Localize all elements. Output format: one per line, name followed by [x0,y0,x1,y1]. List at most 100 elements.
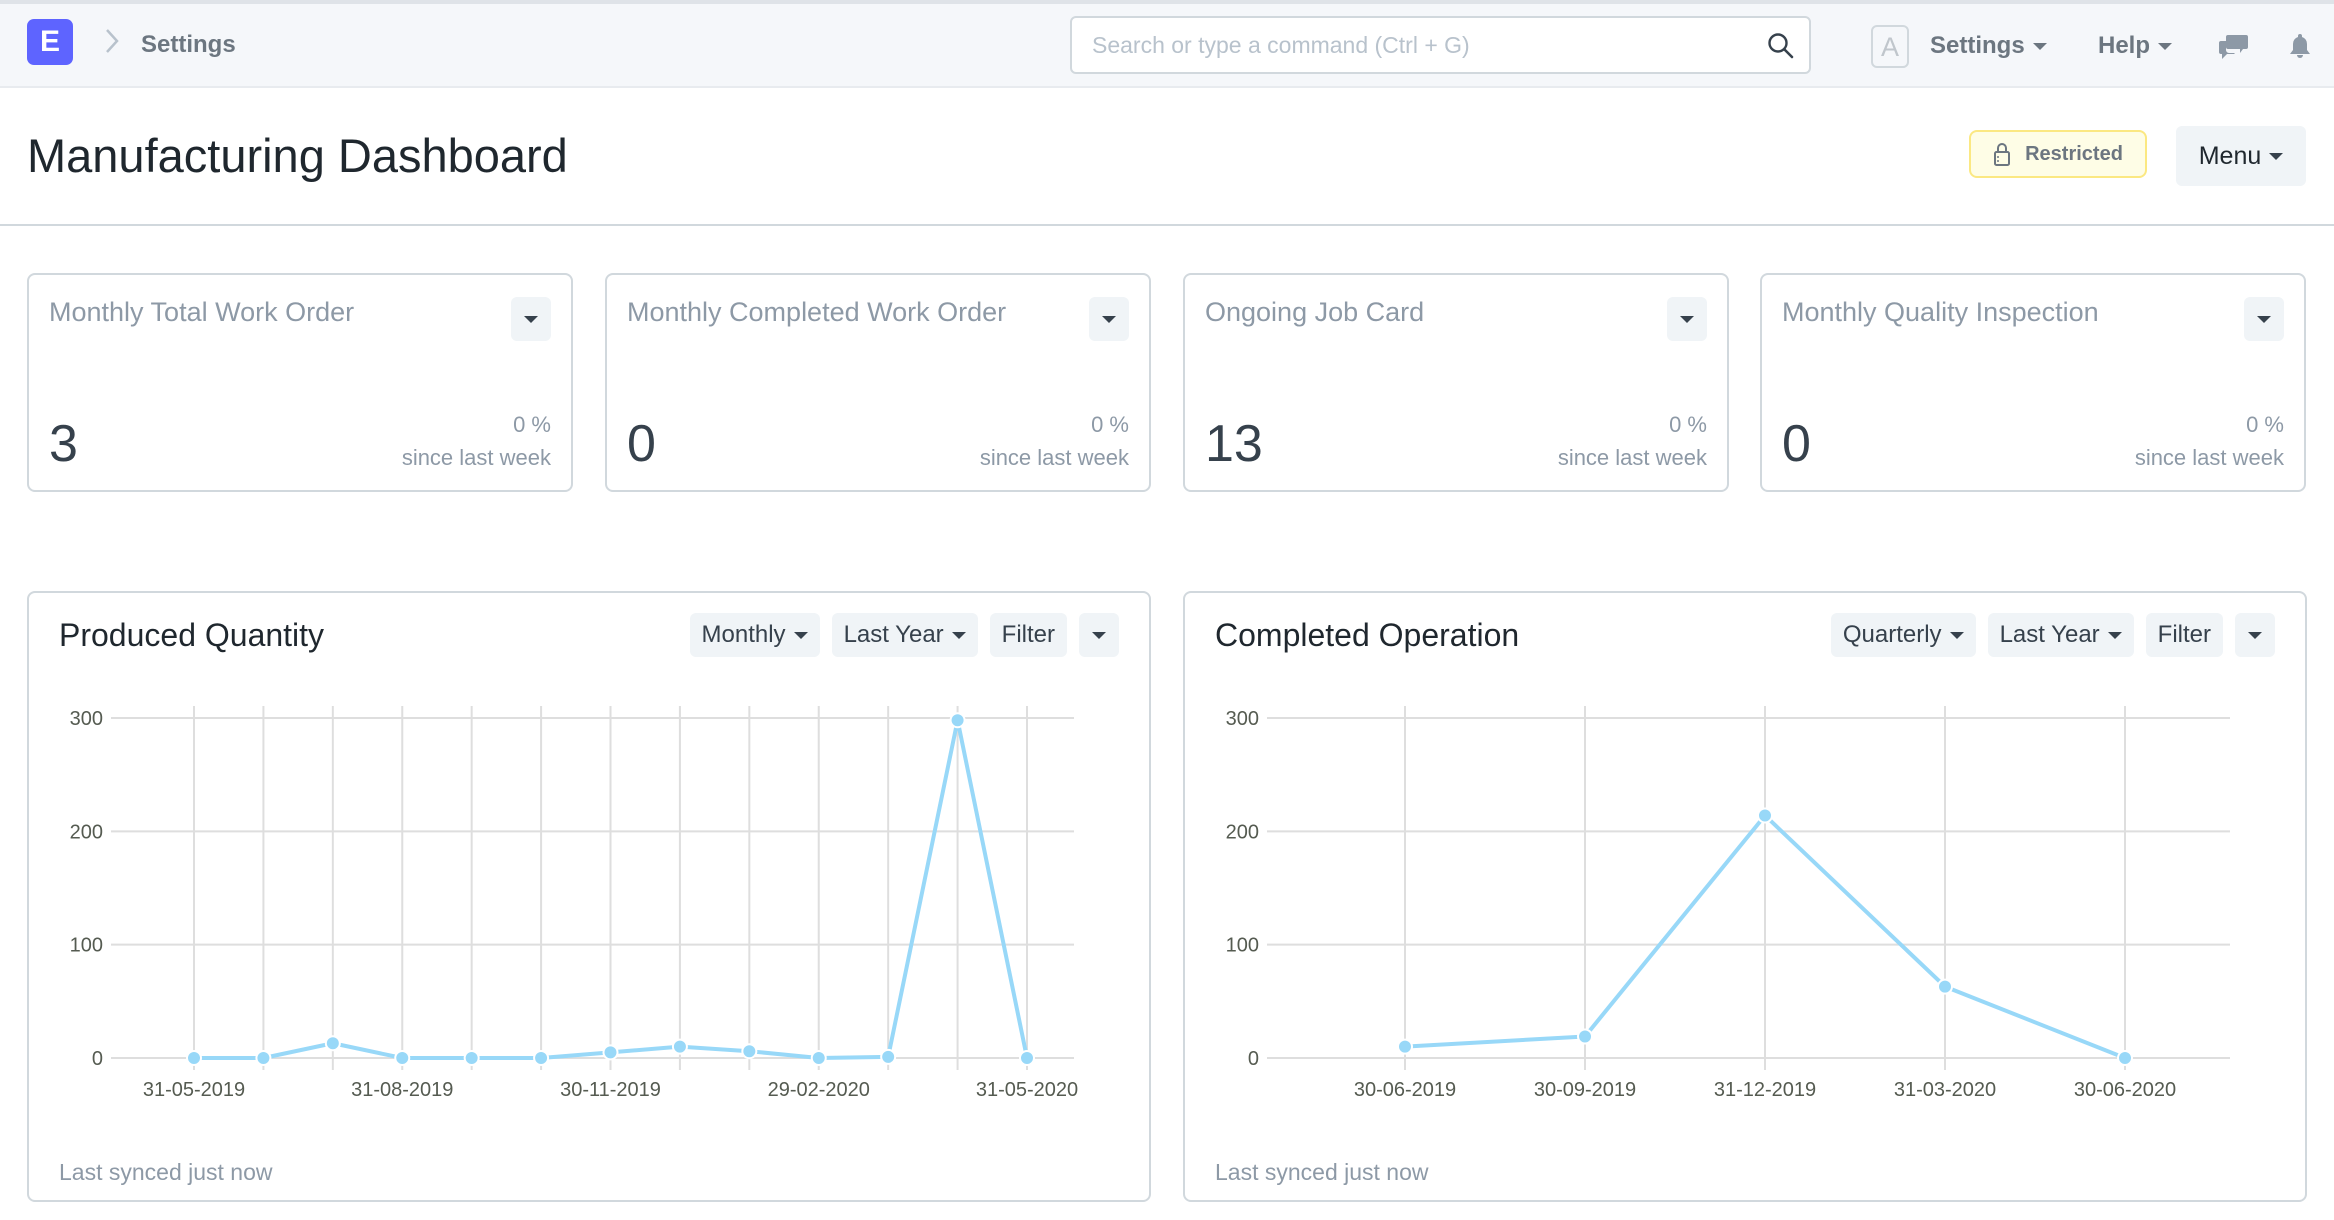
card-options-button[interactable] [1667,297,1707,341]
data-point [463,1050,480,1066]
card-options-button[interactable] [1089,297,1129,341]
caret-down-icon [951,631,966,639]
caret-down-icon [524,315,538,323]
x-tick-label: 30-09-2019 [1534,1079,1636,1101]
y-tick-label: 300 [1226,708,1259,730]
help-dropdown-label: Help [2098,32,2151,59]
app-logo[interactable]: E [27,19,73,65]
card-change: 0 % [1091,412,1129,437]
breadcrumb-settings[interactable]: Settings [141,31,236,59]
chart-options-button[interactable] [1079,613,1119,657]
chart-title: Produced Quantity [59,617,325,653]
timespan-label: Last Year [843,621,944,648]
x-tick-label: 29-02-2020 [768,1079,870,1101]
card-change: 0 % [1669,412,1707,437]
card-options-button[interactable] [2244,297,2284,341]
filter-label: Filter [1001,621,1055,648]
chart-actions: Monthly Last Year Filter [689,613,1119,657]
chat-icon[interactable] [2218,32,2250,60]
card-since: since last week [979,445,1129,470]
data-point [324,1035,341,1052]
caret-down-icon [2257,315,2271,323]
y-tick-label: 0 [1248,1048,1259,1070]
chart-options-button[interactable] [2235,613,2275,657]
last-synced: Last synced just now [1215,1159,1429,1185]
data-point [949,712,966,729]
y-tick-label: 200 [70,821,103,843]
card-title: Monthly Total Work Order [49,297,355,327]
avatar[interactable]: A [1871,25,1909,68]
completed-operation-chart: 0 100 200 300 30-06-2019 30-09-2019 31-12-2019… [1226,706,2230,1101]
header-divider [0,224,2334,226]
data-point [1937,978,1953,995]
data-point [880,1048,897,1065]
notification-bell-icon[interactable] [2287,32,2313,60]
data-point [2117,1050,2133,1066]
chart-card-completed-operation: 0 100 200 300 30-06-2019 30-09-2019 31-12-2019… [1183,591,2307,1202]
timespan-dropdown[interactable]: Last Year [831,613,978,657]
card-since: since last week [401,445,551,470]
number-card: Monthly Quality Inspection 0 0 % since l… [1760,273,2306,492]
caret-down-icon [1092,631,1106,639]
settings-dropdown[interactable]: Settings [1930,32,2047,60]
card-change: 0 % [513,412,551,437]
y-tick-label: 100 [1226,935,1259,957]
caret-down-icon [2269,152,2284,160]
x-tick-label: 31-08-2019 [351,1079,453,1101]
search-input[interactable] [1092,18,1752,72]
filter-label: Filter [2157,621,2211,648]
filter-button[interactable]: Filter [2145,613,2223,657]
menu-button-label: Menu [2198,141,2262,170]
caret-down-icon [1680,315,1694,323]
card-value: 0 [1782,415,1811,473]
interval-dropdown[interactable]: Quarterly [1830,613,1976,657]
data-point [741,1043,758,1060]
timespan-dropdown[interactable]: Last Year [1987,613,2134,657]
data-point [671,1038,688,1055]
card-options-button[interactable] [511,297,551,341]
data-point [1757,807,1773,824]
x-tick-label: 31-12-2019 [1714,1079,1816,1101]
x-tick-label: 31-05-2020 [976,1079,1078,1101]
breadcrumb-chevron-icon [106,29,119,53]
lock-icon [1994,143,2011,166]
caret-down-icon [1949,631,1964,639]
number-card: Ongoing Job Card 13 0 % since last week [1183,273,1729,492]
x-tick-label: 30-11-2019 [560,1079,661,1101]
help-dropdown[interactable]: Help [2098,32,2173,60]
chart-actions: Quarterly Last Year Filter [1830,613,2275,657]
y-tick-label: 300 [70,708,103,730]
last-synced: Last synced just now [59,1159,273,1185]
x-tick-label: 31-05-2019 [143,1079,245,1101]
caret-down-icon [2107,631,2122,639]
card-value: 13 [1205,415,1263,473]
card-change: 0 % [2246,412,2284,437]
data-point [533,1050,550,1066]
x-tick-label: 31-03-2020 [1894,1079,1996,1101]
search-icon[interactable] [1767,32,1795,60]
menu-button[interactable]: Menu [2176,126,2306,186]
filter-button[interactable]: Filter [989,613,1067,657]
search-box[interactable] [1070,16,1811,74]
card-title: Ongoing Job Card [1205,297,1425,327]
chart-title: Completed Operation [1215,617,1520,653]
interval-label: Monthly [701,621,786,648]
interval-label: Quarterly [1842,621,1942,648]
restricted-badge[interactable]: Restricted [1969,130,2147,178]
caret-down-icon [1102,315,1116,323]
y-tick-label: 0 [92,1048,103,1070]
chart-card-produced-quantity: 0 100 200 300 31-05-2019 31-08-2019 30-11-2019… [27,591,1151,1202]
number-card: Monthly Completed Work Order 0 0 % since… [605,273,1151,492]
card-title: Monthly Quality Inspection [1782,297,2099,327]
interval-dropdown[interactable]: Monthly [689,613,820,657]
caret-down-icon [2158,42,2173,50]
data-point [255,1050,272,1066]
navbar: E Settings A Settings Help [0,0,2334,88]
card-title: Monthly Completed Work Order [627,297,1007,327]
produced-quantity-chart: 0 100 200 300 31-05-2019 31-08-2019 30-11-2019… [70,706,1078,1101]
data-point [1019,1050,1035,1066]
card-since: since last week [2134,445,2284,470]
data-point [1397,1038,1413,1055]
x-tick-label: 30-06-2019 [1354,1079,1456,1101]
restricted-label: Restricted [2025,142,2123,165]
